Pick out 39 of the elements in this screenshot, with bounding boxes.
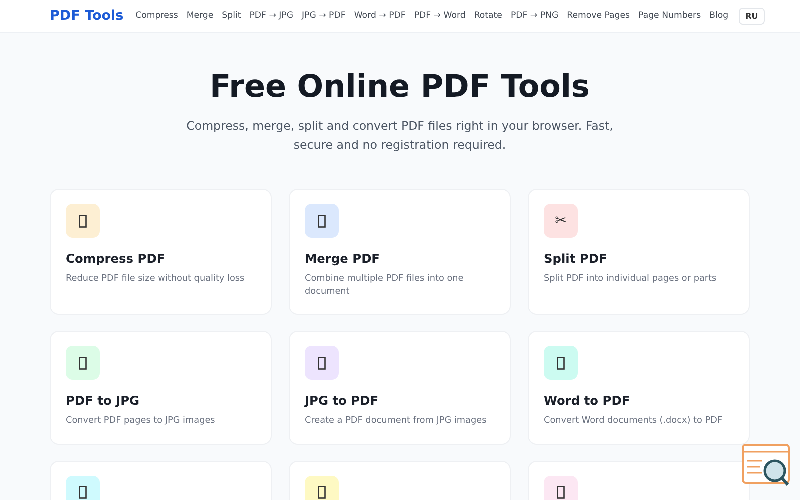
scissors-icon: ✂ bbox=[544, 204, 578, 238]
nav-link[interactable]: Remove Pages bbox=[567, 11, 630, 21]
tool-card[interactable]: ✂ Split PDF Split PDF into individual pages or parts bbox=[528, 189, 750, 315]
nav-link[interactable]: PDF → PNG bbox=[510, 11, 559, 21]
site-logo[interactable]: PDF Tools bbox=[50, 8, 124, 24]
nav-link[interactable]: Split bbox=[222, 11, 242, 21]
tool-card[interactable]: Merge PDF Combine multiple PDF files into one document bbox=[289, 189, 511, 315]
page-title: Free Online PDF Tools bbox=[208, 69, 591, 105]
tool-icon bbox=[544, 476, 578, 500]
nav-link[interactable]: Compress bbox=[136, 11, 178, 21]
tool-title: Compress PDF bbox=[66, 252, 166, 266]
tool-description: Convert PDF pages to JPG images bbox=[66, 415, 216, 428]
tool-title: Word to PDF bbox=[544, 394, 632, 408]
nav-link[interactable]: PDF → JPG bbox=[250, 11, 294, 21]
tool-description: Combine multiple PDF files into one document bbox=[305, 273, 465, 298]
tool-title: Split PDF bbox=[544, 252, 608, 266]
tool-card[interactable]: JPG to PDF Create a PDF document from JPG images bbox=[289, 331, 511, 444]
nav-link[interactable]: Rotate bbox=[474, 11, 502, 21]
page-subtitle: Compress, merge, split and convert PDF files right in your browser. Fast, secure and no registration required. bbox=[186, 118, 614, 154]
tool-card[interactable]: PDF to JPG Convert PDF pages to JPG images bbox=[50, 331, 272, 444]
language-button[interactable]: RU bbox=[738, 8, 766, 24]
nav-link[interactable]: Blog bbox=[710, 11, 729, 21]
tool-title: PDF to JPG bbox=[66, 394, 141, 408]
nav-link[interactable]: Page Numbers bbox=[638, 11, 702, 21]
tool-description: Create a PDF document from JPG images bbox=[305, 415, 488, 428]
tool-title: JPG to PDF bbox=[305, 394, 380, 408]
tool-icon bbox=[66, 476, 100, 500]
tool-card[interactable]: Compress PDF Reduce PDF file size without quality loss bbox=[50, 189, 272, 315]
nav-link[interactable]: Word → PDF bbox=[354, 11, 406, 21]
tool-description: Split PDF into individual pages or parts bbox=[544, 273, 718, 286]
nav-link[interactable]: JPG → PDF bbox=[302, 11, 346, 21]
search-widget-icon[interactable] bbox=[742, 444, 792, 488]
tool-title: Merge PDF bbox=[305, 252, 382, 266]
nav-link[interactable]: Merge bbox=[186, 11, 214, 21]
tool-card[interactable]: Word to PDF Convert Word documents (.docx) to PDF bbox=[528, 331, 750, 444]
tool-icon bbox=[305, 476, 339, 500]
tool-description: Convert Word documents (.docx) to PDF bbox=[544, 415, 724, 428]
tool-description: Reduce PDF file size without quality loss bbox=[66, 273, 246, 286]
nav-link[interactable]: PDF → Word bbox=[414, 11, 466, 21]
